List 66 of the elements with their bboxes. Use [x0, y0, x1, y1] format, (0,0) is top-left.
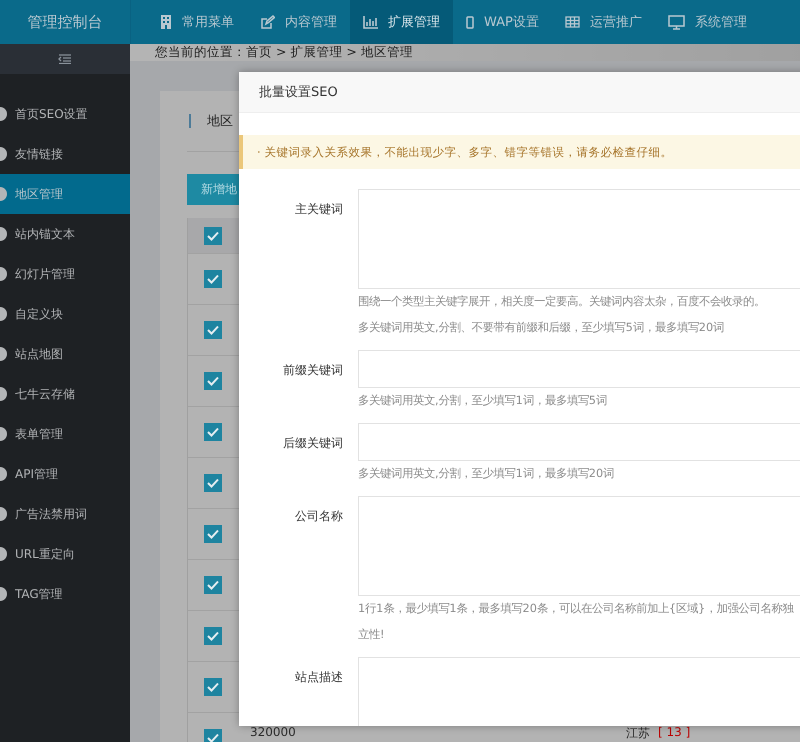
check-icon	[207, 580, 219, 590]
field-hint: 多关键词用英文,分割，至少填写1词，最多填写20词	[358, 466, 616, 482]
sidebar-item[interactable]: 自定义块	[0, 294, 130, 334]
check-icon	[207, 427, 219, 437]
check-icon	[207, 325, 219, 335]
nav-tab[interactable]: 常用菜单	[147, 0, 247, 44]
input-field[interactable]	[358, 423, 800, 461]
field-hint: 1行1条，最少填写1条，最多填写20条，可以在公司名称前加上{区域}，加强公司名称独立性!	[358, 601, 795, 643]
checkbox[interactable]	[204, 525, 222, 543]
check-icon	[207, 230, 219, 240]
checkbox[interactable]	[204, 729, 222, 742]
field-label: 主关键词	[294, 201, 343, 218]
sidebar-item[interactable]: 广告法禁用词	[0, 494, 130, 534]
input-field[interactable]	[358, 350, 800, 388]
bar-chart-icon	[363, 16, 378, 28]
checkbox[interactable]	[204, 627, 222, 645]
breadcrumb: 您当前的位置：首页 > 扩展管理 > 地区管理	[130, 44, 800, 61]
phone-icon	[466, 16, 474, 28]
building-icon	[160, 14, 172, 30]
table-cell-text: 江苏	[626, 725, 650, 742]
table-cell-text: 320000	[249, 724, 297, 739]
checkbox[interactable]	[204, 423, 222, 441]
sidebar-item[interactable]: 七牛云存储	[0, 374, 130, 414]
field-label: 公司名称	[294, 508, 343, 525]
check-icon	[207, 274, 219, 284]
checkbox[interactable]	[204, 321, 222, 339]
sidebar-item[interactable]: 友情链接	[0, 134, 130, 174]
edit-icon	[260, 14, 275, 30]
dialog-title: 批量设置SEO	[239, 72, 800, 113]
check-icon	[207, 733, 219, 742]
check-icon	[207, 376, 219, 386]
sidebar-item[interactable]: 幻灯片管理	[0, 254, 130, 294]
sidebar-item[interactable]: API管理	[0, 454, 130, 494]
sidebar-item[interactable]: TAG管理	[0, 574, 130, 614]
nav-tab[interactable]: 系统管理	[654, 0, 760, 44]
sidebar-item[interactable]: 站内锚文本	[0, 214, 130, 254]
notice-message: · 关键词录入关系效果，不能出现少字、多字、错字等错误，请务必检查仔细。	[239, 135, 800, 169]
check-icon	[207, 682, 219, 692]
card-title: 地区	[207, 113, 233, 130]
field-hint: 多关键词用英文,分割、不要带有前缀和后缀，至少填写5词，最多填写20词	[358, 320, 726, 336]
nav-tab[interactable]: WAP设置	[453, 0, 552, 44]
field-label: 后缀关键词	[282, 435, 343, 452]
checkbox[interactable]	[204, 474, 222, 492]
checkbox[interactable]	[204, 372, 222, 390]
checkbox[interactable]	[204, 576, 222, 594]
nav-tab[interactable]: 扩展管理	[350, 0, 453, 44]
nav-tab[interactable]: 运营推广	[552, 0, 655, 44]
field-hint: 多关键词用英文,分割，至少填写1词，最多填写5词	[358, 393, 608, 409]
sidebar-item[interactable]: 首页SEO设置	[0, 94, 130, 134]
nav-tab[interactable]: 内容管理	[247, 0, 350, 44]
count-label: [ 13 ]	[658, 724, 690, 739]
check-icon	[207, 529, 219, 539]
monitor-icon	[668, 14, 685, 30]
field-hint: 围绕一个类型主关键字展开，相关度一定要高。关键词内容太杂，百度不会收录的。	[358, 294, 766, 310]
sidebar-item[interactable]: 表单管理	[0, 414, 130, 454]
checkbox[interactable]	[204, 678, 222, 696]
sidebar-item[interactable]: URL重定向	[0, 534, 130, 574]
grid-icon	[564, 16, 580, 28]
sidebar-item[interactable]: 站点地图	[0, 334, 130, 374]
checkbox[interactable]	[204, 226, 222, 244]
collapse-menu-icon[interactable]	[58, 54, 72, 64]
check-icon	[207, 478, 219, 488]
checkbox[interactable]	[204, 270, 222, 288]
field-label: 站点描述	[294, 669, 343, 686]
field-label: 前缀关键词	[282, 362, 343, 379]
check-icon	[207, 631, 219, 641]
